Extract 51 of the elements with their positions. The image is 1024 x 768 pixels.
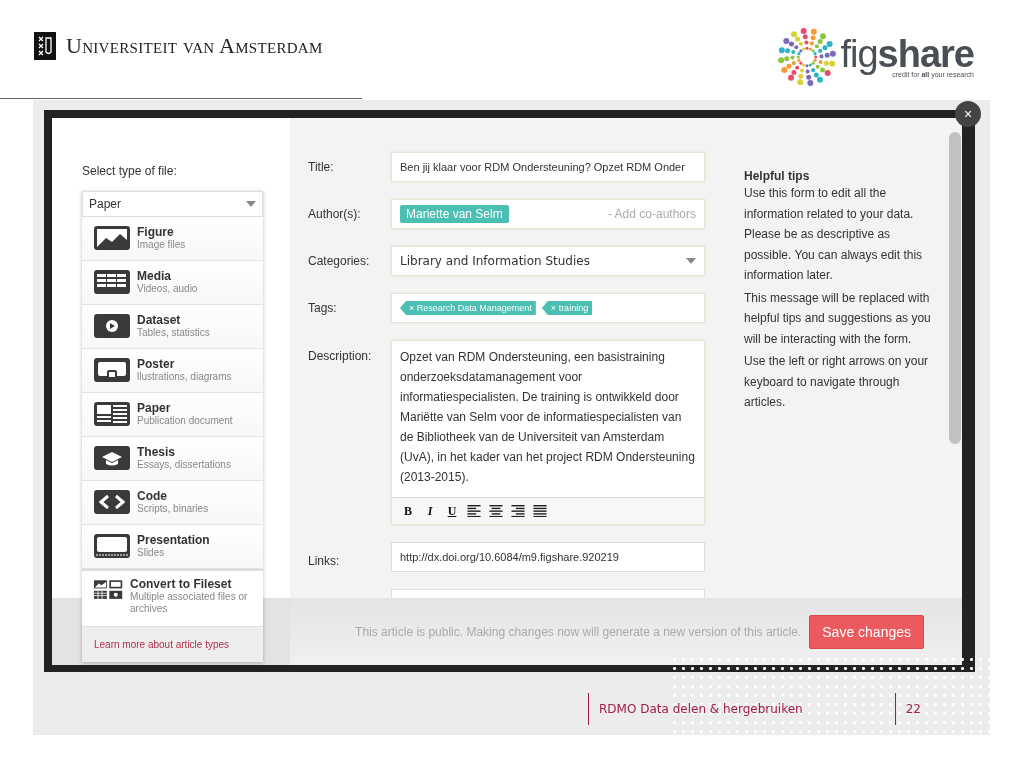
field-label: Categories: xyxy=(308,253,371,268)
close-button[interactable]: × xyxy=(955,101,981,127)
field-label: Links: xyxy=(308,553,341,568)
file-type-option[interactable]: Thesis Essays, dissertations xyxy=(82,437,263,481)
mountain-image-icon xyxy=(94,226,130,250)
dropdown-caret-icon xyxy=(246,201,256,207)
field-label: Title: xyxy=(308,159,335,174)
file-type-option[interactable]: Code Scripts, binaries xyxy=(82,481,263,525)
graduation-cap-icon xyxy=(94,446,130,470)
crest-logo-icon xyxy=(34,32,56,60)
align-justify-icon[interactable] xyxy=(533,505,547,517)
code-brackets-icon xyxy=(94,490,130,514)
easel-board-icon xyxy=(94,358,130,382)
field-label: Tags: xyxy=(308,300,338,315)
align-right-icon[interactable] xyxy=(511,505,525,517)
field-label: Description: xyxy=(308,348,373,363)
tips-paragraph: Use this form to edit all the information related to your data. Please be as descriptive as possible. You can always edit this information later. xyxy=(744,185,924,284)
file-type-label: Select type of file: xyxy=(82,164,178,178)
field-label: Author(s): xyxy=(308,206,362,221)
file-type-select[interactable]: Paper xyxy=(82,191,263,217)
footer-title: RDMO Data delen & hergebruiken xyxy=(588,693,895,725)
file-type-option[interactable]: Dataset Tables, statistics xyxy=(82,305,263,349)
dropdown-caret-icon xyxy=(686,258,696,264)
file-type-option[interactable]: Presentation Slides xyxy=(82,525,263,569)
format-button[interactable]: I xyxy=(420,502,440,520)
flower-logo-icon xyxy=(778,28,837,86)
page-number: 22 xyxy=(894,693,1001,725)
tips-paragraph: This message will be replaced with helpful tips and suggestions as you will be interacting with the form. xyxy=(744,289,932,348)
newspaper-icon xyxy=(94,402,130,426)
format-button[interactable]: B xyxy=(398,502,418,520)
file-type-option[interactable]: Media Videos, audio xyxy=(82,261,263,305)
university-name: Universiteit van Amsterdam xyxy=(66,33,323,59)
multiple-files-icon xyxy=(94,578,124,602)
format-button[interactable]: U xyxy=(442,502,462,520)
grid-table-icon xyxy=(94,270,130,294)
tips-paragraph: Use the left or right arrows on your keyboard to navigate through articles. xyxy=(744,353,930,411)
text-field[interactable]: http://dx.doi.org/10.6084/m9.figshare.920219 xyxy=(391,542,705,572)
field-placeholder: - Add co-authors xyxy=(607,207,696,221)
file-type-option[interactable]: Poster llustrations, diagrams xyxy=(82,349,263,393)
category-select[interactable]: Library and Information Studies xyxy=(391,246,705,276)
description-text: Opzet van RDM Ondersteuning, een basistraining onderzoeksdatamanagement voor informatiespecialisten. De training is ontwikkeld door Mariëtte van Selm voor de informatiespecialisten van de Bibliotheek van de Universiteit van Amsterdam (UvA), in het kader van het project RDM Ondersteuning (2013-2015). xyxy=(399,349,696,486)
align-left-icon[interactable] xyxy=(467,505,481,517)
screen-icon xyxy=(94,534,130,558)
file-type-option[interactable]: Figure Image files xyxy=(82,217,263,261)
file-type-option[interactable]: Paper Publication document xyxy=(82,393,263,437)
description-editor[interactable] xyxy=(391,340,705,525)
text-field[interactable]: Ben jij klaar voor RDM Ondersteuning? Opzet RDM Onder xyxy=(391,152,705,182)
tips-title: Helpful tips xyxy=(744,169,811,183)
align-center-icon[interactable] xyxy=(489,505,503,517)
public-notice: This article is public. Making changes now will generate a new version of this article. xyxy=(355,624,802,639)
learn-more-link[interactable]: Learn more about article types xyxy=(82,627,263,662)
